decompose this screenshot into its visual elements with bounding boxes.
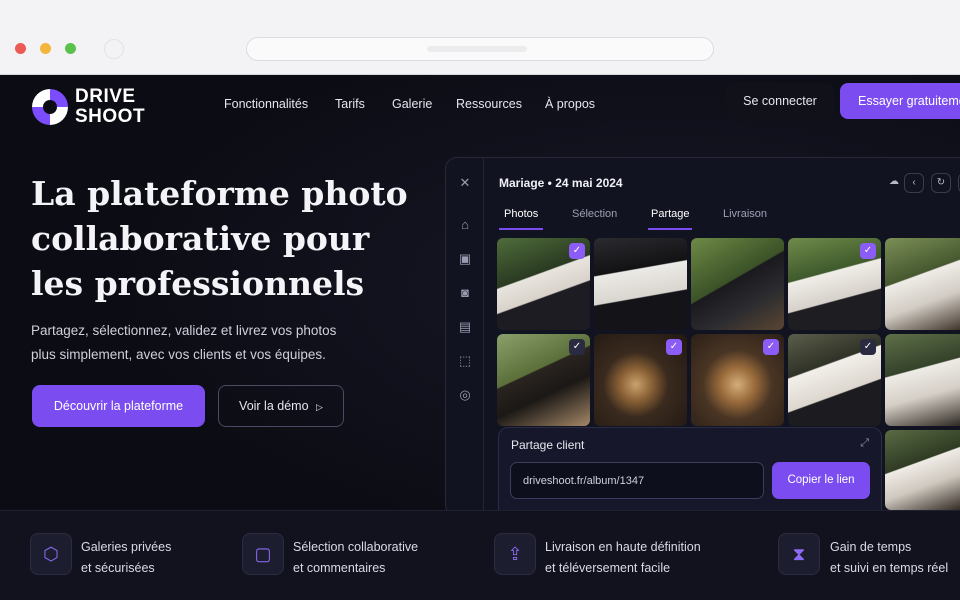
share-icon[interactable]: ⬚ — [458, 354, 472, 368]
check-icon[interactable]: ✓ — [860, 243, 876, 259]
nav-item-a-propos[interactable]: À propos — [545, 97, 595, 111]
features-bar: ⬡ Galeries privées et sécurisées ▢ Sélec… — [0, 510, 960, 600]
address-bar[interactable] — [246, 37, 714, 61]
photo-thumbnail[interactable] — [594, 238, 687, 330]
share-client-panel: Partage client ⤢ Copier le lien — [498, 427, 882, 517]
hero-subtitle-line: Partagez, sélectionnez, validez et livre… — [31, 323, 337, 338]
nav-item-tarifs[interactable]: Tarifs — [335, 97, 365, 111]
landing-page: DRIVE SHOOT Fonctionnalités Tarifs Galer… — [0, 75, 960, 600]
nav-item-fonctionnalites[interactable]: Fonctionnalités — [224, 97, 308, 111]
hero-title-line: collaborative pour — [31, 219, 370, 258]
check-icon[interactable]: ✓ — [763, 339, 779, 355]
tab-indicator — [648, 228, 692, 230]
album-title: Mariage • 24 mai 2024 — [499, 176, 623, 190]
brand-line-2: SHOOT — [75, 106, 146, 127]
photo-thumbnail[interactable]: ✓ — [788, 334, 881, 426]
photo-thumbnail[interactable]: ✓ — [788, 238, 881, 330]
tab-partage[interactable]: Partage — [651, 208, 690, 220]
watch-demo-button[interactable]: Voir la démo ▷ — [218, 385, 344, 427]
share-panel-title: Partage client — [511, 438, 585, 452]
feature-line: et commentaires — [293, 561, 386, 575]
share-link-input[interactable] — [510, 462, 764, 499]
photo-thumbnail[interactable] — [885, 238, 960, 330]
copy-link-button[interactable]: Copier le lien — [772, 462, 870, 499]
feature-hd-delivery: Livraison en haute définition et téléver… — [545, 537, 701, 579]
tab-selection[interactable]: Sélection — [572, 208, 617, 220]
reload-icon[interactable] — [104, 39, 124, 59]
close-window-button[interactable] — [15, 43, 26, 54]
hero-subtitle: Partagez, sélectionnez, validez et livre… — [31, 319, 391, 367]
photo-thumbnail[interactable]: ✓ — [594, 334, 687, 426]
browser-chrome — [0, 0, 960, 75]
hero-subtitle-line: plus simplement, avec vos clients et vos… — [31, 347, 326, 362]
tab-indicator — [499, 228, 543, 230]
cloud-icon[interactable]: ☁ — [884, 173, 904, 193]
login-button[interactable]: Se connecter — [726, 83, 834, 119]
check-icon[interactable]: ✓ — [569, 339, 585, 355]
photo-thumbnail[interactable] — [885, 334, 960, 426]
brand-logo-icon[interactable] — [32, 89, 68, 125]
address-placeholder — [427, 46, 527, 52]
nav-item-galerie[interactable]: Galerie — [392, 97, 432, 111]
folder-icon[interactable]: ▤ — [458, 320, 472, 334]
photo-thumbnail[interactable] — [691, 238, 784, 330]
hourglass-icon: ⧗ — [778, 533, 820, 575]
nav-item-ressources[interactable]: Ressources — [456, 97, 522, 111]
brand-name[interactable]: DRIVE SHOOT — [75, 87, 145, 127]
photo-thumbnail[interactable]: ✓ — [497, 334, 590, 426]
comment-icon: ▢ — [242, 533, 284, 575]
brand-line-1: DRIVE — [75, 86, 136, 107]
minimize-window-button[interactable] — [40, 43, 51, 54]
feature-time-saving: Gain de temps et suivi en temps réel — [830, 537, 948, 579]
discover-platform-button[interactable]: Découvrir la plateforme — [32, 385, 205, 427]
maximize-window-button[interactable] — [65, 43, 76, 54]
photo-thumbnail[interactable] — [885, 430, 960, 510]
feature-line: Sélection collaborative — [293, 540, 419, 554]
back-icon[interactable]: ‹ — [904, 173, 924, 193]
trial-button[interactable]: Essayer gratuitement — [840, 83, 960, 119]
tab-livraison[interactable]: Livraison — [723, 208, 767, 220]
close-icon[interactable]: ✕ — [458, 176, 472, 190]
play-icon: ▷ — [316, 402, 323, 412]
feature-line: Livraison en haute définition — [545, 540, 701, 554]
image-icon[interactable]: ▣ — [458, 252, 472, 266]
app-sidebar: ✕ ⌂ ▣ ◙ ▤ ⬚ ◎ — [446, 158, 484, 516]
check-icon[interactable]: ✓ — [569, 243, 585, 259]
feature-line: Gain de temps — [830, 540, 912, 554]
settings-icon[interactable]: ◎ — [458, 388, 472, 402]
feature-line: Galeries privées — [81, 540, 172, 554]
hero-title: La plateforme photo collaborative pour l… — [31, 171, 431, 306]
tab-photos[interactable]: Photos — [504, 208, 538, 220]
upload-icon: ⇪ — [494, 533, 536, 575]
gallery-lock-icon: ⬡ — [30, 533, 72, 575]
feature-line: et sécurisées — [81, 561, 155, 575]
feature-line: et téléversement facile — [545, 561, 671, 575]
hero-title-line: les professionnels — [31, 264, 365, 303]
feature-collaborative-selection: Sélection collaborative et commentaires — [293, 537, 418, 579]
check-icon[interactable]: ✓ — [666, 339, 682, 355]
check-icon[interactable]: ✓ — [860, 339, 876, 355]
expand-icon[interactable]: ⤢ — [860, 437, 869, 450]
feature-line: et suivi en temps réel — [830, 561, 949, 575]
hero-title-line: La plateforme photo — [31, 174, 408, 213]
camera-icon[interactable]: ◙ — [458, 286, 472, 300]
home-icon[interactable]: ⌂ — [458, 218, 472, 232]
feature-private-galleries: Galeries privées et sécurisées — [81, 537, 171, 579]
photo-thumbnail[interactable]: ✓ — [497, 238, 590, 330]
watch-demo-label: Voir la démo — [239, 399, 309, 413]
photo-thumbnail[interactable]: ✓ — [691, 334, 784, 426]
refresh-icon[interactable]: ↻ — [931, 173, 951, 193]
